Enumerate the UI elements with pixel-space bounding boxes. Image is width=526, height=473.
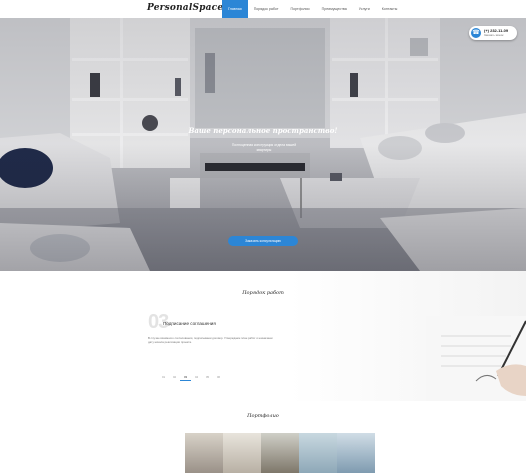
pager-item[interactable]: 02 — [169, 375, 180, 381]
site-logo[interactable]: PersonalSpace — [147, 3, 223, 13]
pager-item-active[interactable]: 03 — [180, 375, 191, 381]
top-navbar: PersonalSpace Главная Порядок работ Порт… — [0, 0, 526, 18]
pager-item[interactable]: 05 — [202, 375, 213, 381]
nav-item-home[interactable]: Главная — [222, 0, 248, 18]
nav-item-services[interactable]: Услуги — [353, 0, 376, 18]
portfolio-image[interactable] — [337, 433, 375, 473]
hero-subtitle: Полноценная конструкция отдела вашей ква… — [231, 143, 297, 152]
hero-title: Ваше персональное пространство! — [188, 126, 338, 135]
portfolio-title: Портфолио — [247, 413, 279, 419]
portfolio-image[interactable] — [261, 433, 299, 473]
pager-item[interactable]: 01 — [158, 375, 169, 381]
phone-callback-widget[interactable]: ☎ (+) 232-11-09 Заказать звонок — [469, 26, 517, 40]
portfolio-gallery — [185, 433, 375, 473]
landing-page: Ваше персональное пространство! Полноцен… — [0, 0, 526, 473]
nav-item-portfolio[interactable]: Портфолио — [284, 0, 315, 18]
step-title: Подписание соглашения — [163, 321, 216, 326]
main-nav: Главная Порядок работ Портфолио Преимуще… — [222, 0, 403, 18]
work-order-title: Порядок работ — [242, 290, 284, 296]
portfolio-image[interactable] — [299, 433, 337, 473]
nav-item-contacts[interactable]: Контакты — [376, 0, 404, 18]
step-pager: 01 02 03 04 05 06 — [158, 375, 224, 381]
step-description: В случае взаимного согласования, подписы… — [148, 336, 273, 344]
phone-icon: ☎ — [471, 28, 481, 38]
nav-item-advantages[interactable]: Преимущества — [316, 0, 353, 18]
contract-signing-image — [426, 316, 526, 401]
callback-link[interactable]: Заказать звонок — [484, 34, 503, 37]
portfolio-image[interactable] — [185, 433, 223, 473]
consultation-button[interactable]: Заказать консультацию — [228, 236, 298, 246]
phone-number: (+) 232-11-09 — [484, 28, 509, 33]
nav-item-work-order[interactable]: Порядок работ — [248, 0, 285, 18]
pager-item[interactable]: 06 — [213, 375, 224, 381]
portfolio-image[interactable] — [223, 433, 261, 473]
pager-item[interactable]: 04 — [191, 375, 202, 381]
